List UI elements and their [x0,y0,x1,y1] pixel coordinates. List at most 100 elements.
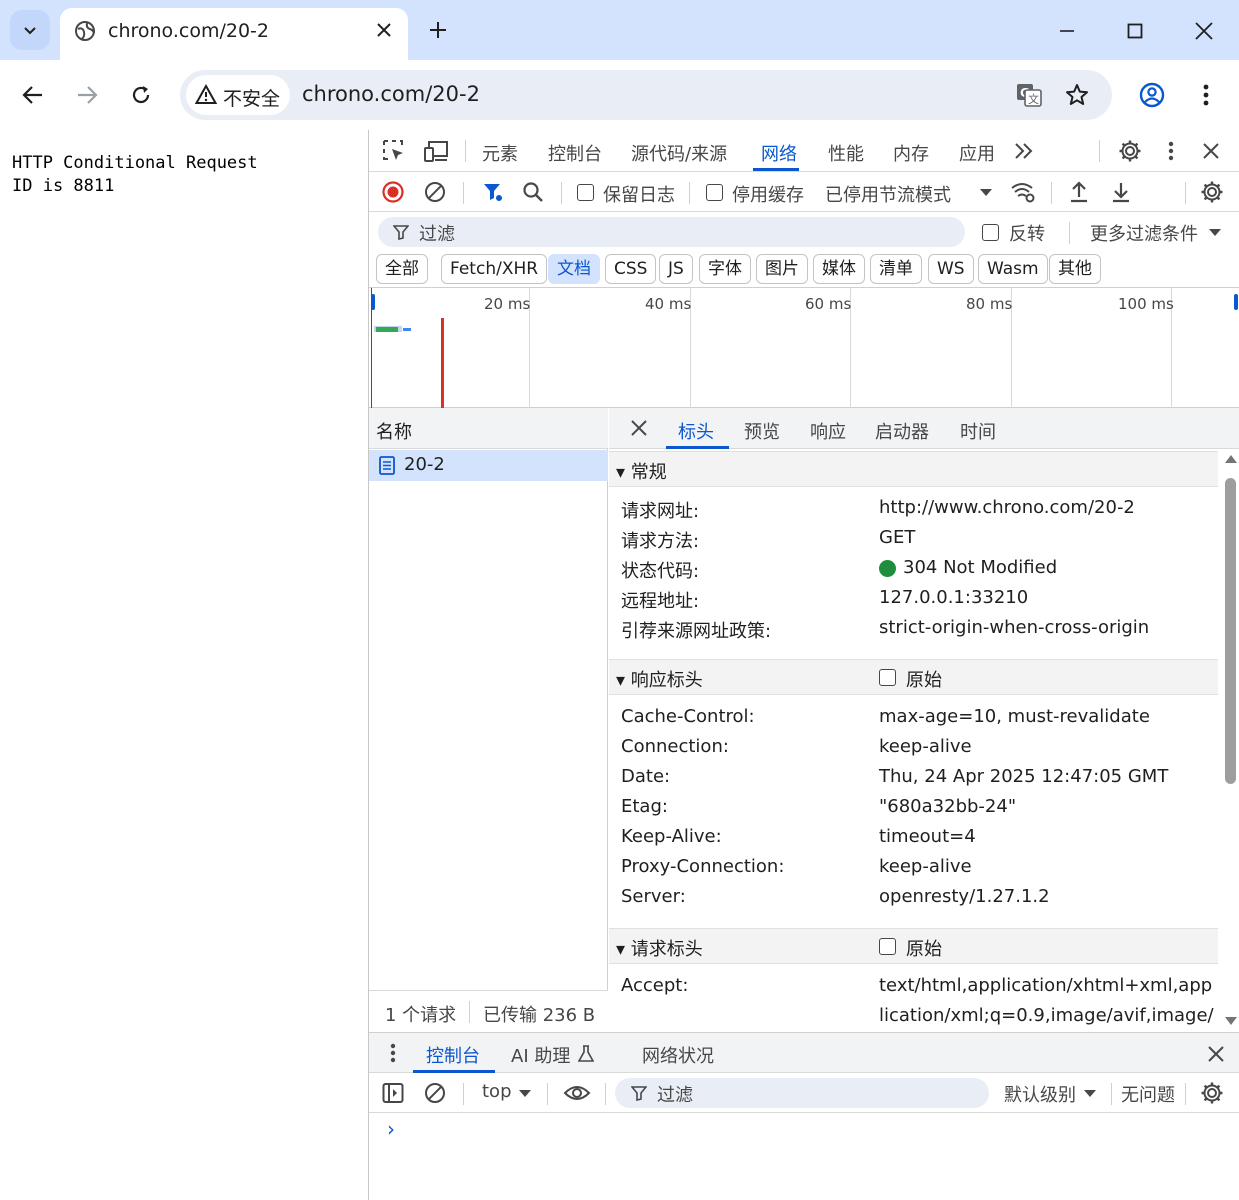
type-filter-media[interactable]: 媒体 [813,254,865,284]
search-icon [523,182,543,202]
tab-network[interactable]: 网络 [761,140,797,166]
tab-close-button[interactable] [370,16,398,44]
type-filter-ws[interactable]: WS [928,254,974,284]
caret-down-icon [519,1090,531,1098]
preserve-log-checkbox[interactable] [577,184,594,201]
type-filter-js[interactable]: JS [659,254,693,284]
tab-console[interactable]: 控制台 [548,140,602,166]
url-text[interactable]: chrono.com/20-2 [302,82,480,106]
drawer-menu-button[interactable] [386,1042,400,1064]
record-button[interactable] [381,180,405,204]
throttling-select[interactable]: 已停用节流模式 [825,181,951,207]
reload-button[interactable] [126,80,156,110]
profile-button[interactable] [1136,80,1168,110]
console-settings-button[interactable] [1199,1081,1225,1105]
window-minimize-button[interactable] [1052,16,1082,46]
tab-initiator[interactable]: 启动器 [875,418,929,444]
active-tab-indicator [666,446,729,449]
network-filter-input[interactable] [378,217,965,247]
section-title: ▾ 响应标头 [616,670,703,691]
scroll-up-icon[interactable] [1225,454,1237,464]
more-tabs-button[interactable] [1013,140,1035,162]
drawer-tab-console[interactable]: 控制台 [426,1042,480,1068]
forward-button[interactable] [72,80,102,110]
inspect-element-button[interactable] [381,139,407,163]
clear-console-button[interactable] [423,1081,447,1105]
request-row[interactable]: 20-2 [369,450,608,481]
type-filter-font[interactable]: 字体 [699,254,751,284]
block-icon [425,1083,445,1103]
network-settings-button[interactable] [1199,180,1225,204]
import-har-button[interactable] [1067,180,1091,204]
filter-toggle-button[interactable] [481,180,505,204]
disable-cache-checkbox[interactable] [706,184,723,201]
back-button[interactable] [18,80,48,110]
type-filter-wasm[interactable]: Wasm [978,254,1048,284]
tab-elements[interactable]: 元素 [482,140,518,166]
name-column-label: 名称 [376,422,412,443]
type-filter-all[interactable]: 全部 [376,254,428,284]
request-count: 1 个请求 [385,1005,457,1026]
tab-response[interactable]: 响应 [810,418,846,444]
request-headers-section-header[interactable]: ▾ 请求标头 原始 [609,928,1218,964]
tab-sources[interactable]: 源代码/来源 [631,140,727,166]
chevron-down-icon [24,27,36,35]
bookmark-star-button[interactable] [1062,80,1092,110]
invert-checkbox[interactable] [982,224,999,241]
header-value: keep-alive [879,856,972,877]
more-filters-dropdown[interactable]: 更多过滤条件 [1090,220,1198,246]
header-value: "680a32bb-24" [879,796,1017,817]
network-conditions-button[interactable] [1009,180,1037,204]
new-tab-button[interactable] [424,16,452,44]
record-stop-icon [382,181,404,203]
drawer-tab-ai-assistant[interactable]: AI 助理 [511,1042,570,1068]
devtools-menu-button[interactable] [1161,139,1181,163]
devtools-close-button[interactable] [1199,139,1223,163]
page-body-text: HTTP Conditional Request ID is 8811 [12,153,258,196]
clear-button[interactable] [423,180,447,204]
response-headers-section-header[interactable]: ▾ 响应标头 原始 [609,659,1218,695]
tab-timing[interactable]: 时间 [960,418,996,444]
tab-memory[interactable]: 内存 [893,140,929,166]
browser-menu-button[interactable] [1192,80,1220,110]
type-filter-doc[interactable]: 文档 [548,254,600,284]
console-sidebar-button[interactable] [381,1081,405,1105]
tab-performance[interactable]: 性能 [828,140,864,166]
issues-counter[interactable]: 无问题 [1121,1081,1175,1107]
type-filter-other[interactable]: 其他 [1049,254,1101,284]
raw-response-headers-checkbox[interactable] [879,669,896,686]
export-har-button[interactable] [1109,180,1133,204]
close-details-button[interactable] [629,418,649,438]
device-toolbar-button[interactable] [422,139,450,163]
general-section-header[interactable]: ▾ 常规 [609,451,1218,487]
window-maximize-button[interactable] [1120,16,1150,46]
download-icon [1113,183,1129,203]
request-details-panel: 标头 预览 响应 启动器 时间 ▾ 常规 请求网址: http://www.ch… [609,408,1239,1032]
raw-request-headers-checkbox[interactable] [879,938,896,955]
scrollbar-thumb[interactable] [1225,478,1236,784]
drawer-close-button[interactable] [1205,1043,1227,1065]
scroll-down-icon[interactable] [1225,1016,1237,1026]
log-level-select[interactable]: 默认级别 [1004,1081,1076,1107]
type-filter-img[interactable]: 图片 [756,254,808,284]
tab-search-dropdown-button[interactable] [10,10,50,50]
type-filter-css[interactable]: CSS [605,254,657,284]
timeline-right-handle[interactable] [1234,294,1238,310]
tab-preview[interactable]: 预览 [744,418,780,444]
devtools-settings-button[interactable] [1117,139,1143,163]
live-expression-button[interactable] [562,1081,592,1105]
tab-headers[interactable]: 标头 [678,418,714,444]
drawer-tab-network-conditions[interactable]: 网络状况 [642,1042,714,1068]
type-filter-fetch-xhr[interactable]: Fetch/XHR [441,254,548,284]
type-filter-manifest[interactable]: 清单 [870,254,922,284]
tab-application[interactable]: 应用 [959,140,995,166]
close-icon [377,23,391,37]
context-selector[interactable]: top [482,1081,512,1102]
request-list: 名称 20-2 1 个请求 已传输 236 B [369,408,608,1032]
wifi-settings-icon [1011,183,1035,203]
translate-button[interactable]: G文 [1013,80,1045,110]
network-overview-timeline[interactable]: 20 ms 40 ms 60 ms 80 ms 100 ms [369,288,1239,408]
search-button[interactable] [521,180,545,204]
console-prompt[interactable]: › [387,1117,395,1141]
window-close-button[interactable] [1189,16,1219,46]
